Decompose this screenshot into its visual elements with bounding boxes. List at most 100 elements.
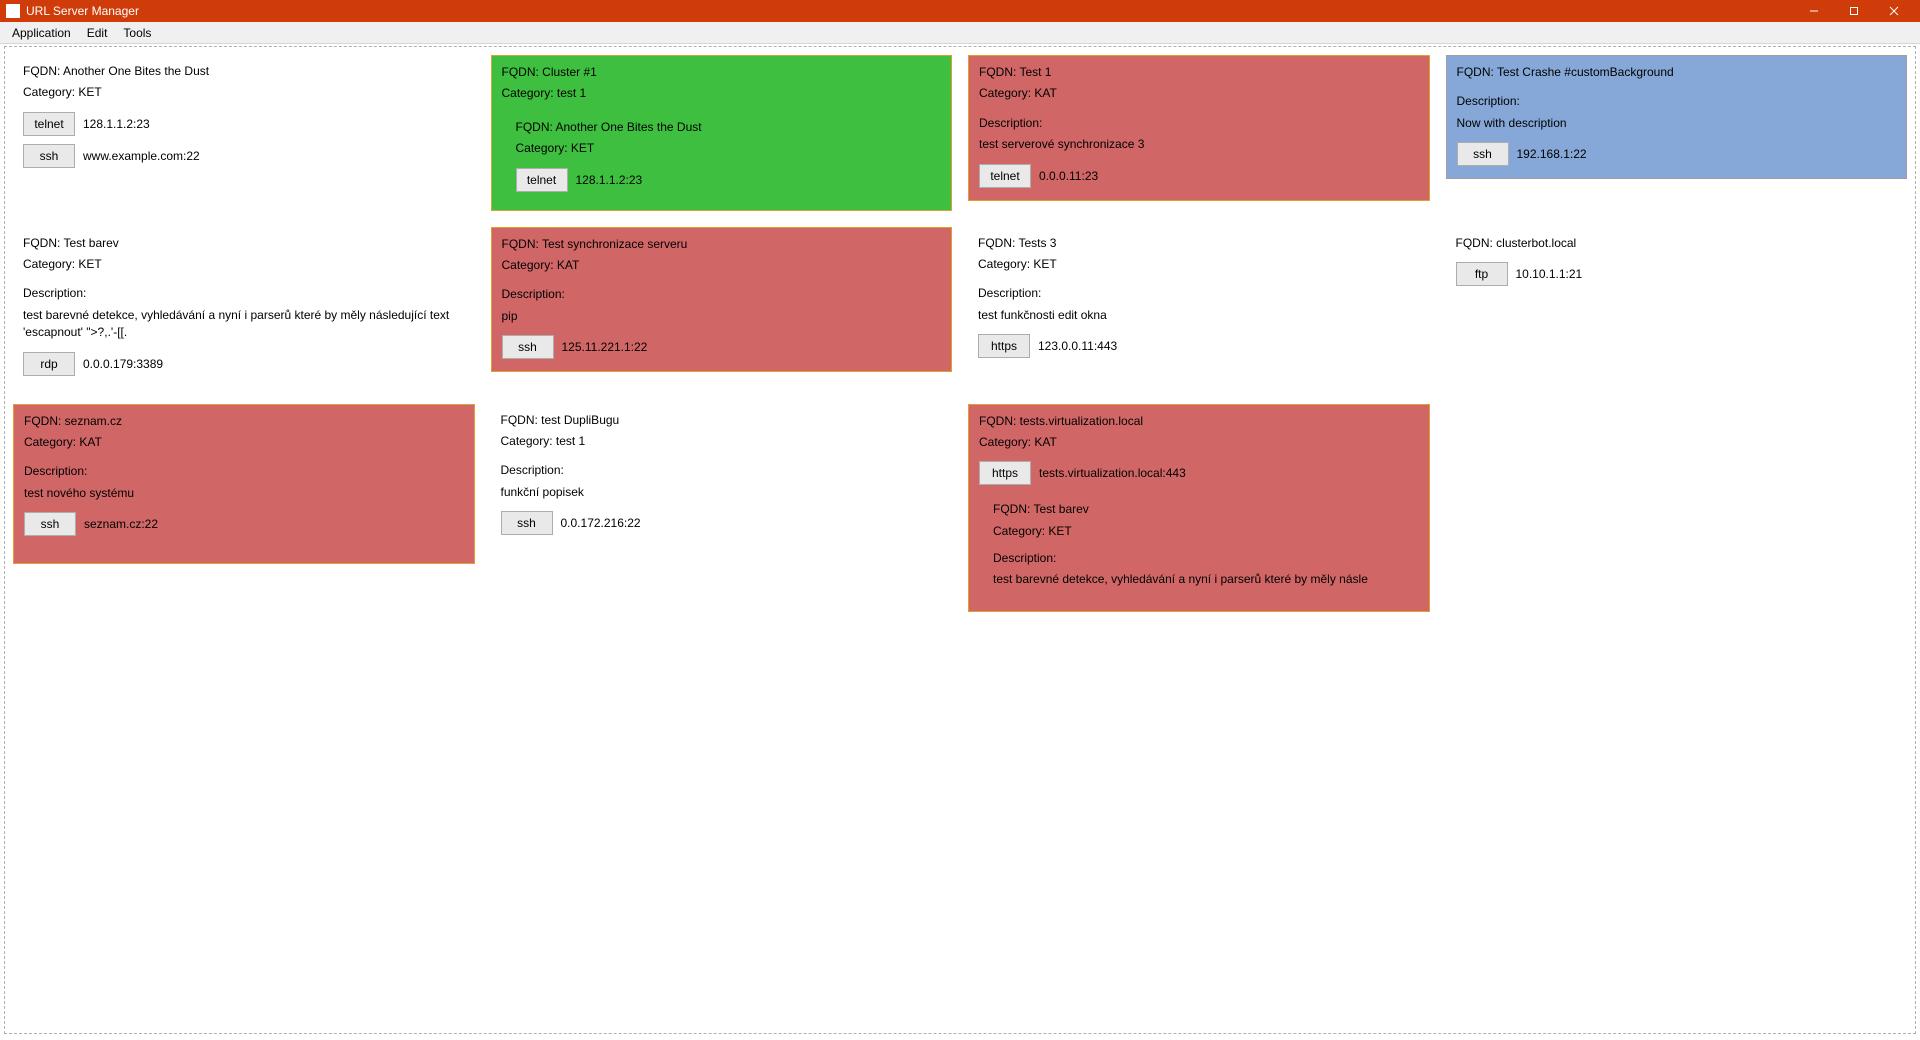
server-card[interactable]: FQDN: Test Crashe #customBackground Descr…	[1446, 55, 1908, 179]
server-card[interactable]: FQDN: Another One Bites the Dust Category…	[13, 55, 475, 180]
fqdn-line: FQDN: test DupliBugu	[501, 412, 943, 429]
server-card[interactable]: FQDN: clusterbot.localftp10.10.1.1:21	[1446, 227, 1908, 298]
action-row: rdp 0.0.0.179:3389	[23, 352, 465, 376]
action-row: telnet 128.1.1.2:23	[23, 112, 465, 136]
fqdn-line: FQDN: Another One Bites the Dust	[23, 63, 465, 80]
action-row: https123.0.0.11:443	[978, 334, 1420, 358]
server-card[interactable]: FQDN: Tests 3Category: KETDescription:te…	[968, 227, 1430, 371]
description-text: test serverové synchronizace 3	[979, 136, 1419, 153]
action-row: ssh 0.0.172.216:22	[501, 511, 943, 535]
protocol-button[interactable]: telnet	[23, 112, 75, 136]
actions: https123.0.0.11:443	[978, 334, 1420, 358]
protocol-button[interactable]: telnet	[516, 168, 568, 192]
description-text: test barevné detekce, vyhledávání a nyní…	[23, 307, 465, 342]
fqdn-line: FQDN: seznam.cz	[24, 413, 464, 430]
actions: ssh 125.11.221.1:22	[502, 335, 942, 359]
protocol-button[interactable]: ssh	[1457, 142, 1509, 166]
address-text: 10.10.1.1:21	[1516, 267, 1583, 281]
category-line: Category: KAT	[979, 85, 1419, 102]
maximize-button[interactable]	[1834, 0, 1874, 22]
category-line: Category: KET	[978, 256, 1420, 273]
description-text: test barevné detekce, vyhledávání a nyní…	[993, 571, 1413, 588]
server-card[interactable]: FQDN: Test barev Category: KET Description…	[13, 227, 475, 388]
server-card[interactable]: FQDN: seznam.cz Category: KAT Description:…	[13, 404, 475, 564]
fqdn-line: FQDN: Cluster #1	[502, 64, 942, 81]
address-text: 128.1.1.2:23	[576, 173, 643, 187]
category-line: Category: KET	[516, 140, 936, 157]
fqdn-line: FQDN: Test barev	[23, 235, 465, 252]
protocol-button[interactable]: https	[979, 461, 1031, 485]
description-label: Description:	[978, 285, 1420, 302]
address-text: seznam.cz:22	[84, 517, 158, 531]
nested-card[interactable]: FQDN: Another One Bites the Dust Category…	[502, 113, 942, 198]
action-row: httpstests.virtualization.local:443	[979, 461, 1419, 485]
address-text: 0.0.0.11:23	[1039, 169, 1098, 183]
actions: telnet 0.0.0.11:23	[979, 164, 1419, 188]
category-line: Category: test 1	[502, 85, 942, 102]
address-text: www.example.com:22	[83, 149, 200, 163]
server-card[interactable]: FQDN: Test 1 Category: KAT Description: tes…	[968, 55, 1430, 201]
description-label: Description:	[993, 550, 1413, 567]
action-row: telnet 128.1.1.2:23	[516, 168, 936, 192]
fqdn-line: FQDN: Test Crashe #customBackground	[1457, 64, 1897, 81]
address-text: 125.11.221.1:22	[562, 340, 648, 354]
protocol-button[interactable]: ssh	[502, 335, 554, 359]
content-area: FQDN: Another One Bites the Dust Category…	[4, 46, 1916, 1034]
protocol-button[interactable]: ftp	[1456, 262, 1508, 286]
description-label: Description:	[23, 285, 465, 302]
server-card[interactable]: FQDN: test DupliBuguCategory: test 1Desc…	[491, 404, 953, 548]
nested-card[interactable]: FQDN: Test barevCategory: KETDescription…	[979, 495, 1419, 599]
description-label: Description:	[24, 463, 464, 480]
close-button[interactable]	[1874, 0, 1914, 22]
actions: telnet 128.1.1.2:23	[516, 168, 936, 192]
fqdn-line: FQDN: tests.virtualization.local	[979, 413, 1419, 430]
menubar: Application Edit Tools	[0, 22, 1920, 44]
category-line: Category: KET	[23, 84, 465, 101]
action-row: ssh www.example.com:22	[23, 144, 465, 168]
category-line: Category: KAT	[24, 434, 464, 451]
actions: ssh 192.168.1:22	[1457, 142, 1897, 166]
fqdn-line: FQDN: Test synchronizace serveru	[502, 236, 942, 253]
menu-edit[interactable]: Edit	[79, 22, 116, 43]
server-card[interactable]: FQDN: tests.virtualization.local Category…	[968, 404, 1430, 612]
address-text: 0.0.172.216:22	[561, 516, 641, 530]
protocol-button[interactable]: ssh	[24, 512, 76, 536]
actions: telnet 128.1.1.2:23 ssh www.example.com:22	[23, 112, 465, 168]
actions: ssh seznam.cz:22	[24, 512, 464, 536]
description-label: Description:	[979, 115, 1419, 132]
protocol-button[interactable]: telnet	[979, 164, 1031, 188]
protocol-button[interactable]: ssh	[501, 511, 553, 535]
action-row: telnet 0.0.0.11:23	[979, 164, 1419, 188]
category-line: Category: test 1	[501, 433, 943, 450]
cards-grid: FQDN: Another One Bites the Dust Category…	[13, 55, 1907, 612]
server-card[interactable]: FQDN: Cluster #1 Category: test 1 FQDN: An…	[491, 55, 953, 211]
server-card[interactable]: FQDN: Test synchronizace serveruCategory…	[491, 227, 953, 373]
fqdn-line: FQDN: Test barev	[993, 501, 1413, 518]
category-line: Category: KAT	[979, 434, 1419, 451]
action-row: ssh 192.168.1:22	[1457, 142, 1897, 166]
protocol-button[interactable]: ssh	[23, 144, 75, 168]
fqdn-line: FQDN: Another One Bites the Dust	[516, 119, 936, 136]
action-row: ssh 125.11.221.1:22	[502, 335, 942, 359]
action-row: ftp 10.10.1.1:21	[1456, 262, 1898, 286]
app-icon	[6, 4, 20, 18]
window-controls	[1794, 0, 1914, 22]
menu-application[interactable]: Application	[4, 22, 79, 43]
actions: ftp 10.10.1.1:21	[1456, 262, 1898, 286]
actions: httpstests.virtualization.local:443	[979, 461, 1419, 485]
description-label: Description:	[1457, 93, 1897, 110]
minimize-button[interactable]	[1794, 0, 1834, 22]
description-text: funkční popisek	[501, 484, 943, 501]
description-text: pip	[502, 308, 942, 325]
protocol-button[interactable]: https	[978, 334, 1030, 358]
description-text: test nového systému	[24, 485, 464, 502]
action-row: ssh seznam.cz:22	[24, 512, 464, 536]
fqdn-line: FQDN: Test 1	[979, 64, 1419, 81]
address-text: 192.168.1:22	[1517, 147, 1587, 161]
address-text: 128.1.1.2:23	[83, 117, 150, 131]
category-line: Category: KET	[23, 256, 465, 273]
description-text: test funkčnosti edit okna	[978, 307, 1420, 324]
menu-tools[interactable]: Tools	[115, 22, 159, 43]
protocol-button[interactable]: rdp	[23, 352, 75, 376]
address-text: 0.0.0.179:3389	[83, 357, 163, 371]
